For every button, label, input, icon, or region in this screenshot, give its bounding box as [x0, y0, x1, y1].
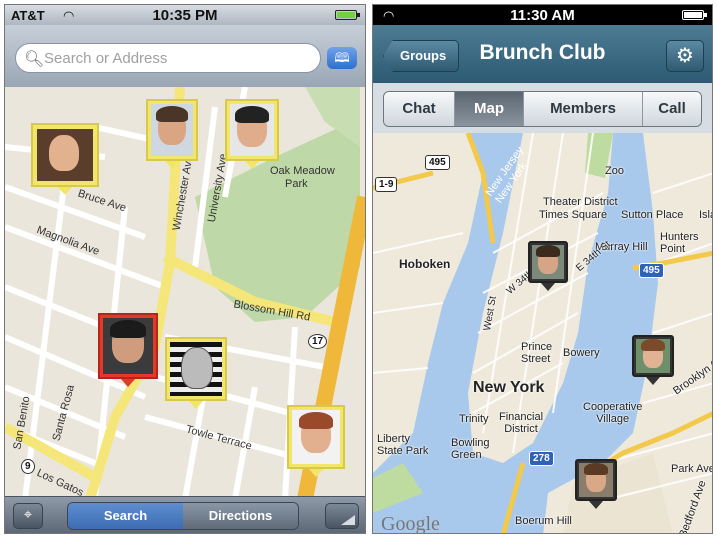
map-label-trinity: Trinity [459, 413, 489, 425]
map-label-sutton-place: Sutton Place [621, 209, 684, 221]
status-bar: ◠ 11:30 AM [373, 5, 712, 25]
avatar [49, 135, 79, 171]
route-1-9-shield: 1-9 [375, 177, 398, 192]
map-label-hunters-point: Hunters Point [660, 231, 699, 255]
tab-bar: Chat Map Members Call [373, 83, 712, 134]
route-9-shield: 9 [21, 459, 35, 474]
right-phone-screen: ◠ 11:30 AM Groups Brunch Club ⚙ Chat Map… [372, 4, 713, 534]
bookmarks-button[interactable]: 🕮︎ [327, 47, 357, 69]
map-label-boerum-hill: Boerum Hill [515, 515, 572, 527]
member-pin[interactable] [575, 459, 617, 509]
battery-icon [682, 10, 707, 20]
member-pin[interactable] [528, 241, 568, 291]
map-label-cooperative-village: Cooperative Village [583, 401, 643, 425]
avatar [181, 347, 213, 389]
route-495-shield: 495 [425, 155, 450, 170]
tab-call[interactable]: Call [643, 92, 701, 126]
gear-icon: ⚙ [676, 45, 694, 67]
map-label-hoboken: Hoboken [399, 257, 451, 271]
friend-pin[interactable] [31, 123, 99, 195]
settings-button[interactable]: ⚙ [666, 40, 704, 72]
map-label-island: Islan [699, 209, 712, 221]
page-curl-button[interactable] [325, 503, 359, 529]
search-bar: 🔍︎ Search or Address 🕮︎ [5, 25, 365, 88]
avatar [584, 463, 608, 492]
friend-pin-selected[interactable] [98, 313, 158, 387]
avatar [641, 339, 665, 368]
friend-pin[interactable] [225, 99, 279, 169]
map-label-bowery: Bowery [563, 347, 600, 359]
search-icon: 🔍︎ [24, 51, 45, 68]
avatar [235, 106, 269, 147]
segmented-tabs: Chat Map Members Call [383, 91, 702, 127]
search-placeholder: Search or Address [44, 50, 168, 67]
tab-map[interactable]: Map [455, 92, 524, 126]
bottom-toolbar: ⌖ Search Directions [5, 496, 365, 533]
route-17-shield: 17 [308, 334, 328, 349]
route-495-east-shield: 495 [639, 263, 664, 278]
map-label-park-ave: Park Ave [671, 463, 713, 475]
map-label-theater-district: Theater District [543, 196, 618, 208]
status-time: 10:35 PM [152, 7, 218, 24]
map-label-financial-district: Financial District [499, 411, 544, 435]
tab-chat[interactable]: Chat [384, 92, 455, 126]
google-logo: Google [381, 513, 440, 534]
map-label-zoo: Zoo [605, 165, 624, 177]
status-time: 11:30 AM [510, 7, 575, 24]
search-input[interactable]: 🔍︎ Search or Address [15, 43, 321, 73]
crosshair-icon: ⌖ [23, 506, 33, 523]
map-label-liberty-state-park: Liberty State Park [377, 433, 429, 457]
map-view[interactable]: Hoboken New York Theater District Times … [373, 133, 713, 534]
current-location-button[interactable]: ⌖ [13, 503, 43, 529]
directions-tab[interactable]: Directions [183, 503, 298, 529]
map-view[interactable]: Oak Meadow Park Bruce Ave Magnolia Ave W… [5, 87, 365, 499]
map-label-oak-meadow: Oak Meadow [270, 165, 335, 177]
tab-members[interactable]: Members [524, 92, 643, 126]
search-tab[interactable]: Search [68, 503, 183, 529]
avatar [536, 245, 560, 274]
friend-pin[interactable] [165, 337, 227, 409]
friend-pin[interactable] [287, 405, 345, 477]
map-label-bowling-green: Bowling Green [451, 437, 490, 461]
map-label-prince-street: Prince Street [521, 341, 553, 365]
city-map [373, 133, 712, 533]
search-directions-segmented-control: Search Directions [67, 502, 299, 530]
battery-icon [335, 10, 360, 20]
route-278-shield: 278 [529, 451, 554, 466]
friend-pin[interactable] [146, 99, 198, 169]
left-phone-screen: AT&T ◠ 10:35 PM 🔍︎ Search or Address 🕮︎ [4, 4, 366, 534]
book-icon: 🕮︎ [334, 50, 350, 65]
member-pin[interactable] [632, 335, 674, 385]
navigation-bar: Groups Brunch Club ⚙ [373, 25, 712, 84]
map-label-new-york: New York [473, 379, 545, 396]
avatar [299, 412, 333, 453]
avatar [110, 320, 146, 363]
map-label-park: Park [285, 178, 308, 190]
avatar [156, 106, 188, 145]
status-bar: AT&T ◠ 10:35 PM [5, 5, 365, 25]
map-label-times-square: Times Square [539, 209, 608, 221]
page-title: Brunch Club [479, 41, 606, 64]
